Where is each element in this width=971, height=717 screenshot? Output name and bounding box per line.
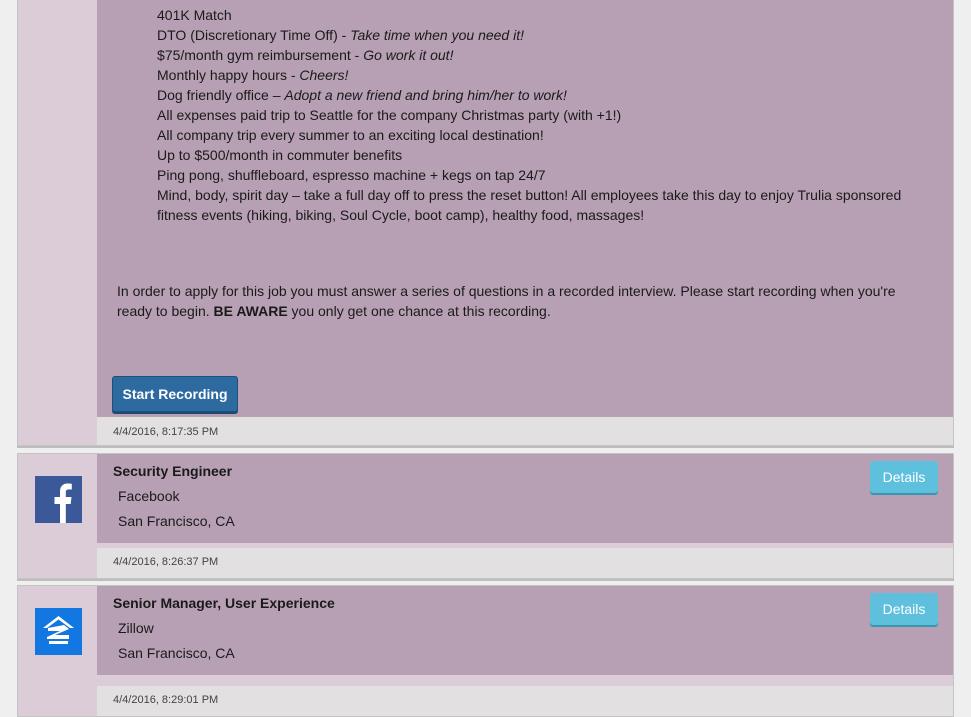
- perk-text: DTO (Discretionary Time Off) -: [157, 27, 351, 43]
- perk-item: Dog friendly office – Adopt a new friend…: [157, 85, 927, 105]
- perk-item: Mind, body, spirit day – take a full day…: [157, 185, 927, 225]
- posting-timestamp: 4/4/2016, 8:17:35 PM: [97, 417, 953, 445]
- job-content: Security Engineer Facebook San Francisco…: [97, 454, 953, 543]
- perk-tagline: Cheers!: [299, 67, 349, 83]
- job-location: San Francisco, CA: [118, 645, 235, 661]
- job-company: Zillow: [118, 620, 154, 636]
- perk-tagline: Go work it out!: [363, 47, 454, 63]
- job-timestamp: 4/4/2016, 8:26:37 PM: [97, 548, 953, 578]
- details-button[interactable]: Details: [870, 593, 938, 625]
- job-posting-card-expanded: 401K Match DTO (Discretionary Time Off) …: [17, 0, 954, 446]
- perk-item: DTO (Discretionary Time Off) - Take time…: [157, 25, 927, 45]
- start-recording-button[interactable]: Start Recording: [112, 376, 238, 412]
- apply-warning: BE AWARE: [213, 303, 288, 319]
- perk-item: All expenses paid trip to Seattle for th…: [157, 105, 927, 125]
- perk-item: $75/month gym reimbursement - Go work it…: [157, 45, 927, 65]
- logo-column: [18, 454, 97, 578]
- logo-column: [18, 586, 97, 716]
- perk-item: Up to $500/month in commuter benefits: [157, 145, 927, 165]
- perk-text: Monthly happy hours -: [157, 67, 300, 83]
- perk-text: All expenses paid trip to Seattle for th…: [157, 107, 622, 123]
- job-company: Facebook: [118, 488, 180, 504]
- perk-text: All company trip every summer to an exci…: [157, 127, 544, 143]
- perk-item: All company trip every summer to an exci…: [157, 125, 927, 145]
- posting-content: 401K Match DTO (Discretionary Time Off) …: [97, 0, 953, 417]
- job-card: Senior Manager, User Experience Zillow S…: [17, 585, 954, 717]
- perk-item: Monthly happy hours - Cheers!: [157, 65, 927, 85]
- perk-item: 401K Match: [157, 5, 927, 25]
- perk-text: $75/month gym reimbursement -: [157, 47, 364, 63]
- details-button[interactable]: Details: [870, 461, 938, 493]
- zillow-logo-icon: [35, 608, 82, 655]
- perks-list: 401K Match DTO (Discretionary Time Off) …: [157, 5, 927, 225]
- perk-text: 401K Match: [157, 7, 232, 23]
- perk-item: Ping pong, shuffleboard, espresso machin…: [157, 165, 927, 185]
- perk-tagline: Take time when you need it!: [350, 27, 524, 43]
- job-title: Senior Manager, User Experience: [113, 595, 335, 611]
- perk-text: Mind, body, spirit day – take a full day…: [157, 187, 902, 223]
- logo-column: [18, 0, 97, 445]
- facebook-logo-icon: [35, 476, 82, 523]
- job-location: San Francisco, CA: [118, 513, 235, 529]
- apply-instructions: In order to apply for this job you must …: [117, 281, 917, 321]
- perk-text: Dog friendly office –: [157, 87, 285, 103]
- perk-tagline: Adopt a new friend and bring him/her to …: [284, 87, 567, 103]
- apply-text-end: you only get one chance at this recordin…: [287, 303, 551, 319]
- perk-text: Up to $500/month in commuter benefits: [157, 147, 403, 163]
- job-card: Security Engineer Facebook San Francisco…: [17, 453, 954, 579]
- job-timestamp: 4/4/2016, 8:29:01 PM: [97, 686, 953, 716]
- perk-text: Ping pong, shuffleboard, espresso machin…: [157, 167, 546, 183]
- job-content: Senior Manager, User Experience Zillow S…: [97, 586, 953, 675]
- job-title: Security Engineer: [113, 463, 233, 479]
